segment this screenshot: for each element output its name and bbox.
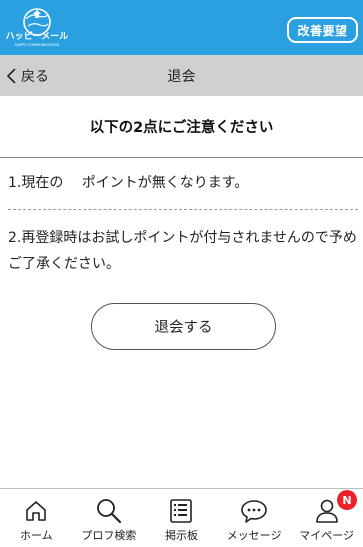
top-header: ハッピーメール HAPPY COMMUNICATION 改善要望 [0,0,363,55]
sub-header: 退会 戻る [0,55,363,96]
home-icon [24,497,48,525]
board-icon [169,497,193,525]
improvement-request-button[interactable]: 改善要望 [287,17,358,43]
nav-label-message: メッセージ [226,529,282,542]
message-icon [240,497,268,525]
new-badge: N [336,490,357,510]
bottom-nav: ホーム プロフ検索 掲示板 メッセージ マイページ N [0,488,363,547]
back-button[interactable]: 戻る [6,55,49,96]
nav-item-home[interactable]: ホーム [0,489,73,547]
chevron-left-icon [6,67,16,84]
page-title: 退会 [167,68,196,85]
svg-text:HAPPY COMMUNICATION: HAPPY COMMUNICATION [15,43,59,47]
user-icon [315,497,339,525]
nav-label-profile-search: プロフ検索 [81,529,137,542]
dashed-divider [8,209,358,210]
nav-item-message[interactable]: メッセージ [218,489,291,547]
nav-item-board[interactable]: 掲示板 [145,489,218,547]
nav-label-home: ホーム [19,529,53,542]
happymail-logo[interactable]: ハッピーメール HAPPY COMMUNICATION [4,6,70,48]
app-root: ハッピーメール HAPPY COMMUNICATION 改善要望 退会 戻る 以… [0,0,363,547]
nav-label-board: 掲示板 [164,529,198,542]
svg-text:ハッピーメール: ハッピーメール [6,30,69,42]
nav-item-mypage[interactable]: マイページ N [290,489,363,547]
withdraw-label: 退会する [154,320,213,336]
logo-graphic: ハッピーメール HAPPY COMMUNICATION [6,8,69,47]
nav-label-mypage: マイページ [299,529,355,542]
improvement-request-label: 改善要望 [297,23,348,38]
notice-item-points: 1.現在の ポイントが無くなります。 [8,175,249,191]
notice-heading: 以下の2点にご注意ください [0,96,363,158]
notice-item-reregistration: 2.再登録時はお試しポイントが付与されませんので予めご了承ください。 [8,230,357,272]
withdraw-button[interactable]: 退会する [91,303,276,350]
nav-item-profile-search[interactable]: プロフ検索 [73,489,146,547]
search-icon [96,497,122,525]
back-label: 戻る [21,68,49,85]
